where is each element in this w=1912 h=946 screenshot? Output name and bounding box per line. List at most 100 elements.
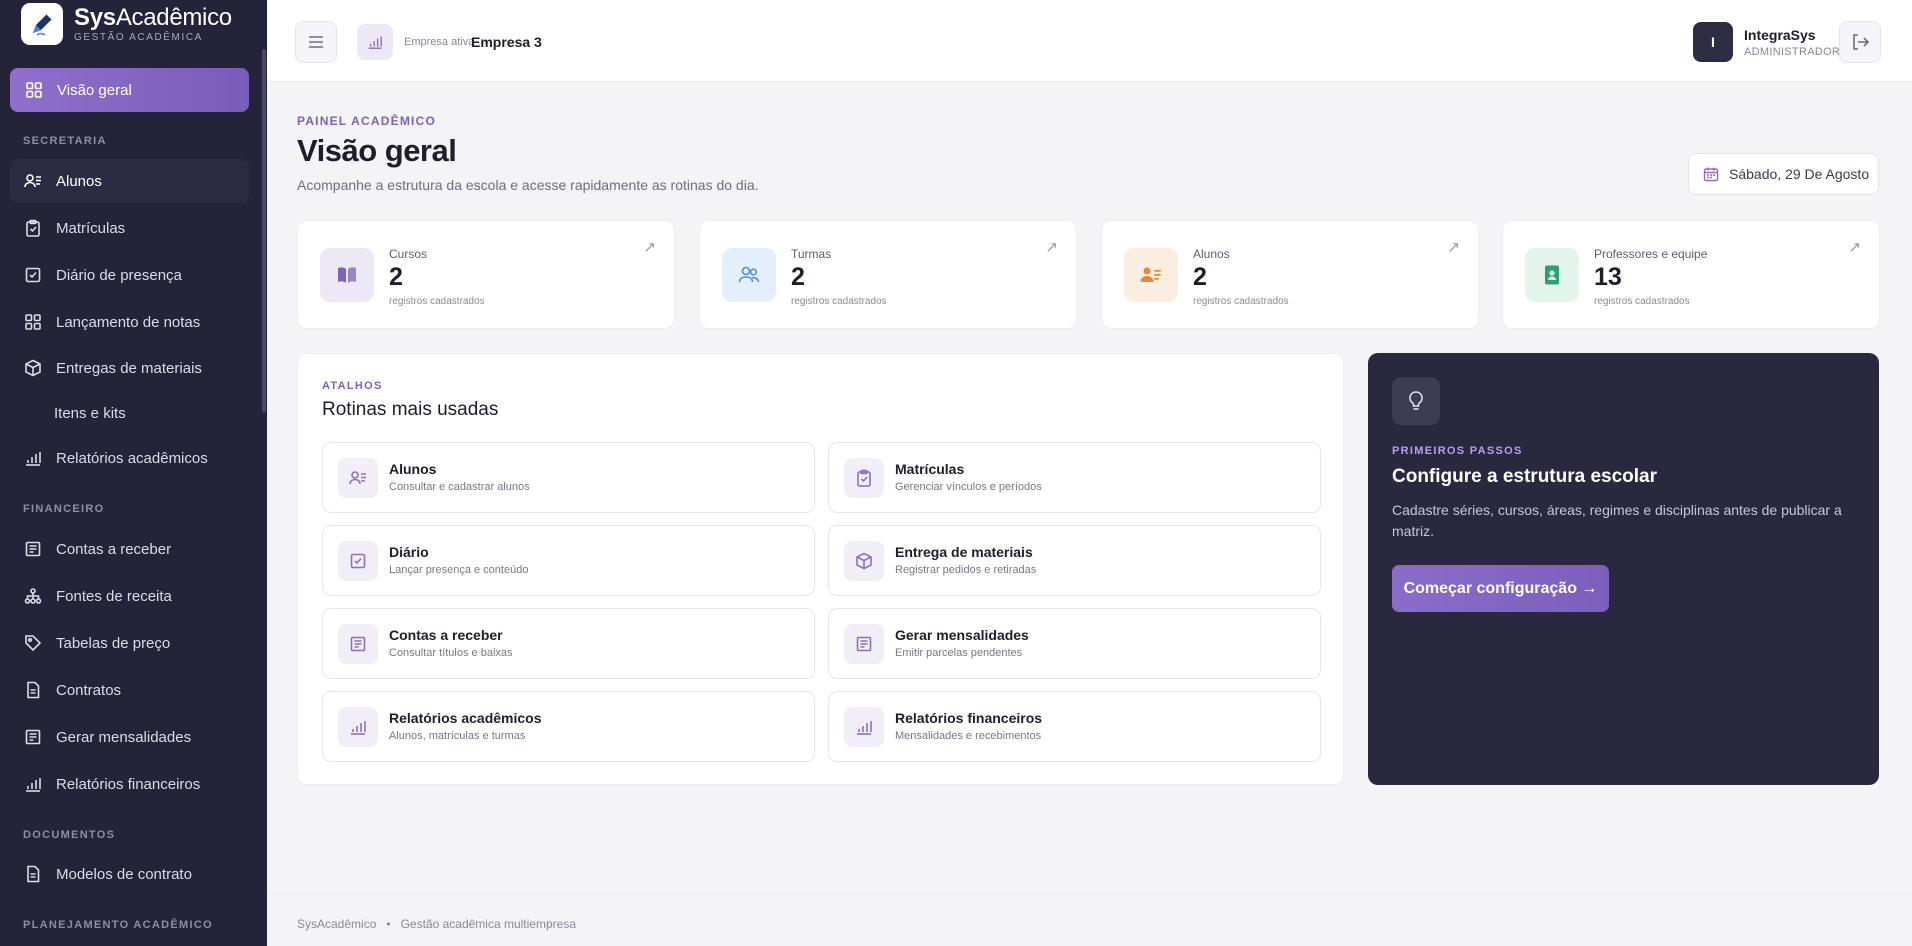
brand[interactable]: SysAcadêmico GESTÃO ACADÊMICA: [0, 0, 267, 48]
shortcut-title: Alunos: [389, 461, 437, 477]
shortcut-gerar-mensalidades[interactable]: Gerar mensalidades Emitir parcelas pende…: [828, 608, 1321, 679]
shortcut-title: Entrega de materiais: [895, 544, 1033, 560]
company-chart-icon: [357, 24, 393, 60]
sidebar: SysAcadêmico GESTÃO ACADÊMICA Visão gera…: [0, 0, 267, 946]
sidebar-item-itens-kits[interactable]: Itens e kits: [10, 391, 249, 435]
users-icon: [24, 174, 41, 188]
shortcut-entrega-materiais[interactable]: Entrega de materiais Registrar pedidos e…: [828, 525, 1321, 596]
shortcut-matriculas[interactable]: Matrículas Gerenciar vínculos e períodos: [828, 442, 1321, 513]
box-icon: [25, 359, 41, 377]
sidebar-item-gerar-mensalidades[interactable]: Gerar mensalidades: [10, 715, 249, 759]
sidebar-item-label: Matrículas: [56, 219, 126, 237]
sidebar-item-visao-geral[interactable]: Visão geral: [10, 68, 249, 112]
check-square-icon: [350, 553, 366, 569]
tag-icon: [25, 635, 42, 652]
shortcut-title: Gerar mensalidades: [895, 627, 1029, 643]
stat-caption: registros cadastrados: [1193, 296, 1289, 307]
page-eyebrow: PAINEL ACADÊMICO: [297, 114, 436, 128]
page-title: Visão geral: [297, 133, 457, 168]
sidebar-item-contratos[interactable]: Contratos: [10, 668, 249, 712]
brand-subtitle: GESTÃO ACADÊMICA: [74, 31, 203, 43]
users-icon: [1124, 248, 1178, 302]
menu-toggle-button[interactable]: [295, 21, 337, 63]
footer-separator: •: [386, 917, 391, 931]
date-chip[interactable]: Sábado, 29 De Agosto: [1688, 153, 1879, 195]
logout-button[interactable]: [1839, 21, 1881, 63]
sidebar-item-label: Visão geral: [57, 81, 132, 99]
sidebar-item-contas-receber[interactable]: Contas a receber: [10, 527, 249, 571]
receipt-icon: [25, 541, 41, 557]
start-setup-button[interactable]: Começar configuração →: [1392, 565, 1609, 612]
avatar[interactable]: I: [1693, 22, 1733, 62]
shortcut-title: Diário: [389, 544, 429, 560]
shortcut-subtitle: Consultar títulos e baixas: [389, 647, 513, 659]
sidebar-item-fontes-receita[interactable]: Fontes de receita: [10, 574, 249, 618]
sidebar-item-modelos-contrato[interactable]: Modelos de contrato: [10, 852, 249, 896]
section-financeiro: FINANCEIRO: [23, 503, 105, 515]
arrow-up-right-icon: ↗: [1447, 239, 1460, 256]
stat-label: Cursos: [389, 247, 428, 261]
stat-caption: registros cadastrados: [1594, 296, 1690, 307]
shortcut-relatorios-academicos[interactable]: Relatórios acadêmicos Alunos, matrículas…: [322, 691, 815, 762]
sidebar-item-alunos[interactable]: Alunos: [10, 159, 249, 203]
stat-card-alunos[interactable]: Alunos 2 registros cadastrados ↗: [1101, 220, 1479, 329]
network-icon: [24, 588, 42, 604]
sidebar-item-label: Relatórios acadêmicos: [56, 449, 208, 467]
shortcut-relatorios-financeiros[interactable]: Relatórios financeiros Mensalidades e re…: [828, 691, 1321, 762]
sidebar-item-label: Entregas de materiais: [56, 359, 202, 377]
bar-chart-icon: [857, 721, 872, 735]
company-name[interactable]: Empresa 3: [471, 34, 542, 50]
stat-value: 2: [389, 263, 403, 291]
sidebar-item-label: Contratos: [56, 681, 122, 699]
page-subtitle: Acompanhe a estrutura da escola e acesse…: [297, 177, 759, 193]
stat-card-cursos[interactable]: Cursos 2 registros cadastrados ↗: [297, 220, 675, 329]
shortcut-subtitle: Consultar e cadastrar alunos: [389, 481, 530, 493]
sidebar-item-tabelas-preco[interactable]: Tabelas de preço: [10, 621, 249, 665]
section-planejamento: PLANEJAMENTO ACADÊMICO: [23, 919, 213, 931]
sidebar-item-label: Gerar mensalidades: [56, 728, 192, 746]
shortcut-subtitle: Emitir parcelas pendentes: [895, 647, 1023, 659]
company-label: Empresa ativa: [404, 36, 475, 48]
section-documentos: DOCUMENTOS: [23, 829, 116, 841]
stat-label: Alunos: [1193, 247, 1230, 261]
shortcut-alunos[interactable]: Alunos Consultar e cadastrar alunos: [322, 442, 815, 513]
sidebar-scrollbar[interactable]: [262, 49, 266, 413]
sidebar-item-label: Contas a receber: [56, 540, 172, 558]
routines-panel: ATALHOS Rotinas mais usadas Alunos Consu…: [297, 353, 1344, 785]
date-text: Sábado, 29 De Agosto: [1729, 166, 1870, 182]
file-icon: [27, 681, 40, 699]
sidebar-item-matriculas[interactable]: Matrículas: [10, 206, 249, 250]
shortcut-title: Relatórios acadêmicos: [389, 710, 542, 726]
sidebar-item-relatorios-academicos[interactable]: Relatórios acadêmicos: [10, 436, 249, 480]
sidebar-item-label: Tabelas de preço: [56, 634, 171, 652]
shortcut-subtitle: Mensalidades e recebimentos: [895, 730, 1042, 742]
sidebar-item-notas[interactable]: Lançamento de notas: [10, 300, 249, 344]
user-name: IntegraSys: [1744, 27, 1816, 43]
calendar-icon: [1703, 167, 1719, 182]
file-icon: [27, 865, 40, 883]
shortcut-diario[interactable]: Diário Lançar presença e conteúdo: [322, 525, 815, 596]
sidebar-item-diario[interactable]: Diário de presença: [10, 253, 249, 297]
setup-eyebrow: PRIMEIROS PASSOS: [1392, 445, 1523, 457]
sidebar-item-label: Relatórios financeiros: [56, 775, 201, 793]
stat-card-professores[interactable]: Professores e equipe 13 registros cadast…: [1502, 220, 1880, 329]
arrow-up-right-icon: ↗: [1045, 239, 1058, 256]
stat-card-turmas[interactable]: Turmas 2 registros cadastrados ↗: [699, 220, 1077, 329]
shortcut-subtitle: Gerenciar vínculos e períodos: [895, 481, 1042, 493]
clipboard-icon: [26, 219, 40, 237]
box-icon: [856, 552, 872, 570]
arrow-up-right-icon: ↗: [1848, 239, 1861, 256]
brand-name: SysAcadêmico: [74, 3, 232, 31]
check-square-icon: [25, 267, 41, 283]
shortcut-title: Contas a receber: [389, 627, 503, 643]
sidebar-item-relatorios-financeiros[interactable]: Relatórios financeiros: [10, 762, 249, 806]
sidebar-item-entregas[interactable]: Entregas de materiais: [10, 346, 249, 390]
stat-caption: registros cadastrados: [389, 296, 485, 307]
shortcut-contas-receber[interactable]: Contas a receber Consultar títulos e bai…: [322, 608, 815, 679]
users-icon: [349, 471, 366, 485]
footer: SysAcadêmico • Gestão acadêmica multiemp…: [267, 894, 1912, 946]
lightbulb-icon: [1392, 377, 1440, 425]
receipt-icon: [25, 729, 41, 745]
sidebar-item-label: Alunos: [56, 172, 102, 190]
book-icon: [320, 248, 374, 302]
